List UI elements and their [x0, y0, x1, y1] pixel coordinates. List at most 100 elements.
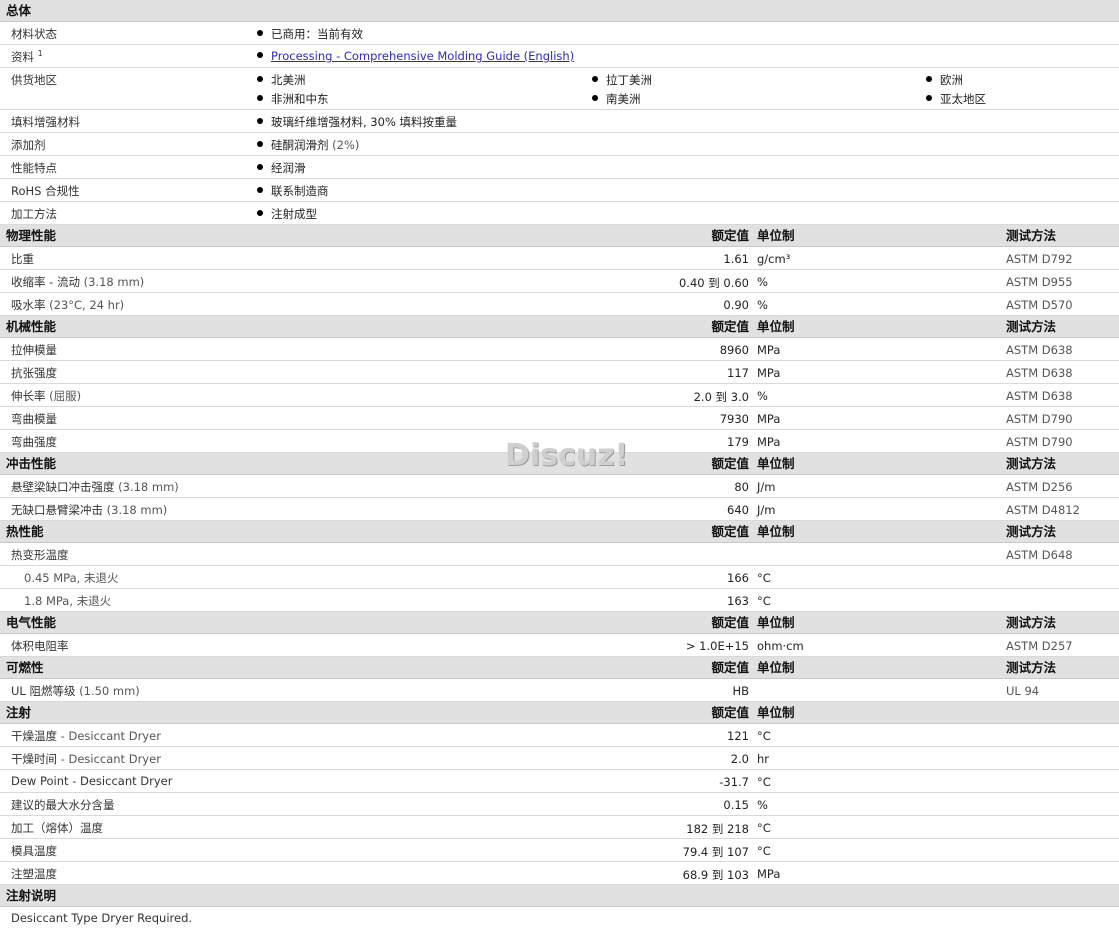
header-nominal: 额定值 [711, 615, 749, 630]
row-label: 干燥温度 - Desiccant Dryer [11, 728, 161, 744]
row-unit: J/m [757, 503, 776, 517]
row-value: 117 [727, 366, 749, 380]
row-unit: J/m [757, 480, 776, 494]
data-row: 干燥温度 - Desiccant Dryer 121 °C [0, 724, 1119, 747]
row-label: 无缺口悬臂梁冲击 (3.18 mm) [11, 502, 167, 518]
bullet-icon [926, 95, 932, 101]
row-label-text: 弯曲模量 [11, 412, 57, 426]
row-unit: ohm·cm [757, 639, 804, 653]
bullet-icon [257, 141, 263, 147]
row-value: 68.9 到 103 [682, 868, 749, 882]
row-value: 640 [727, 503, 749, 517]
row-label-text: 1.8 MPa, 未退火 [24, 594, 112, 608]
row-label-text: 拉伸模量 [11, 343, 57, 357]
row-label-text: 0.45 MPa, 未退火 [24, 571, 119, 585]
row-method: ASTM D648 [1006, 548, 1073, 562]
row-unit: MPa [757, 435, 781, 449]
row-hdt: 热变形温度 ASTM D648 [0, 543, 1119, 566]
row-filler: 填料增强材料 玻璃纤维增强材料, 30% 填料按重量 [0, 110, 1119, 133]
row-additive: 添加剂 硅酮润滑剂 (2%) [0, 133, 1119, 156]
header-nominal: 额定值 [711, 456, 749, 471]
row-value: 80 [734, 480, 749, 494]
row-method: ASTM D256 [1006, 480, 1073, 494]
row-label-text: 注塑温度 [11, 867, 57, 881]
row-method: ASTM D257 [1006, 639, 1073, 653]
row-label-text: 比重 [11, 252, 34, 266]
data-row: 比重 1.61 g/cm³ ASTM D792 [0, 247, 1119, 270]
row-value: 1.61 [723, 252, 749, 266]
row-value: 0.90 [723, 298, 749, 312]
row-material-status: 材料状态 已商用：当前有效 [0, 22, 1119, 45]
header-method: 测试方法 [1006, 456, 1057, 471]
row-unit: °C [757, 594, 771, 608]
mechanical-rows: 拉伸模量 8960 MPa ASTM D638 抗张强度 117 MPa ASTM D638 伸… [0, 338, 1119, 453]
section-thermal: 热性能 额定值 单位制 测试方法 [0, 521, 1119, 543]
data-row: 1.8 MPa, 未退火 163 °C [0, 589, 1119, 612]
row-unit: % [757, 298, 768, 312]
data-row: 收缩率 - 流动 (3.18 mm) 0.40 到 0.60% ASTM D955 [0, 270, 1119, 293]
row-label: RoHS 合规性 [11, 184, 80, 198]
section-title: 可燃性 [6, 660, 44, 675]
header-unit: 单位制 [757, 615, 795, 630]
header-method: 测试方法 [1006, 319, 1057, 334]
header-method: 测试方法 [1006, 660, 1057, 675]
row-value: 0.15 [723, 798, 749, 812]
row-label: 悬壁梁缺口冲击强度 (3.18 mm) [11, 479, 179, 495]
row-unit: °C [757, 821, 771, 835]
row-label: 弯曲强度 [11, 434, 57, 450]
header-unit: 单位制 [757, 524, 795, 539]
row-value: 0.40 到 0.60 [678, 276, 749, 290]
header-nominal: 额定值 [711, 319, 749, 334]
region-item: 北美洲 [257, 72, 306, 88]
impact-rows: 悬壁梁缺口冲击强度 (3.18 mm) 80 J/m ASTM D256 无缺口悬臂梁冲… [0, 475, 1119, 521]
row-value: 8960 [719, 343, 749, 357]
row-label: 弯曲模量 [11, 411, 57, 427]
row-method: ASTM D570 [1006, 298, 1073, 312]
header-nominal: 额定值 [711, 660, 749, 675]
row-label: 1.8 MPa, 未退火 [24, 593, 111, 609]
row-value: 7930 [719, 412, 749, 426]
row-label-text: 干燥温度 [11, 729, 57, 743]
region-item: 欧洲 [926, 72, 963, 88]
data-row: 吸水率 (23°C, 24 hr) 0.90% ASTM D570 [0, 293, 1119, 316]
row-label: 资料 1 [11, 49, 43, 64]
row-label: 填料增强材料 [11, 115, 80, 129]
header-unit: 单位制 [757, 660, 795, 675]
row-value: 2.0 到 3.0 [693, 390, 749, 404]
bullet-item: 经润滑 [257, 160, 306, 176]
row-unit: MPa [757, 412, 781, 426]
watermark: Discuz! [505, 438, 629, 473]
row-method: ASTM D790 [1006, 435, 1073, 449]
row-label-text: 模具温度 [11, 844, 57, 858]
row-value: 163 [727, 594, 749, 608]
row-process: 加工方法 注射成型 [0, 202, 1119, 225]
bullet-item: 玻璃纤维增强材料, 30% 填料按重量 [257, 114, 457, 130]
doc-link[interactable]: Processing - Comprehensive Molding Guide… [271, 49, 574, 63]
row-label: 0.45 MPa, 未退火 [24, 570, 118, 586]
header-method: 测试方法 [1006, 228, 1057, 243]
bullet-item: 已商用：当前有效 [257, 26, 363, 42]
row-method: UL 94 [1006, 684, 1040, 698]
section-title: 总体 [6, 3, 32, 18]
row-label-text: 无缺口悬臂梁冲击 [11, 503, 103, 517]
row-value: 182 到 218 [686, 822, 749, 836]
row-label-text: 抗张强度 [11, 366, 57, 380]
row-label-text: 加工（熔体）温度 [11, 821, 103, 835]
notes-text: Desiccant Type Dryer Required. [11, 911, 193, 925]
row-label: 伸长率 (屈服) [11, 388, 81, 404]
bullet-item: 注射成型 [257, 206, 317, 222]
row-unit: °C [757, 844, 771, 858]
data-row: 抗张强度 117 MPa ASTM D638 [0, 361, 1119, 384]
region-item: 非洲和中东 [257, 91, 329, 107]
data-row: Dew Point - Desiccant Dryer -31.7 °C [0, 770, 1119, 793]
row-method: ASTM D790 [1006, 412, 1073, 426]
bullet-icon [257, 164, 263, 170]
bullet-icon [257, 95, 263, 101]
row-label-text: 吸水率 [11, 298, 46, 312]
row-unit: MPa [757, 343, 781, 357]
row-unit: MPa [757, 867, 781, 881]
row-unit: hr [757, 752, 770, 766]
row-value: -31.7 [719, 775, 749, 789]
row-method: ASTM D792 [1006, 252, 1073, 266]
data-row: 建议的最大水分含量 0.15% [0, 793, 1119, 816]
